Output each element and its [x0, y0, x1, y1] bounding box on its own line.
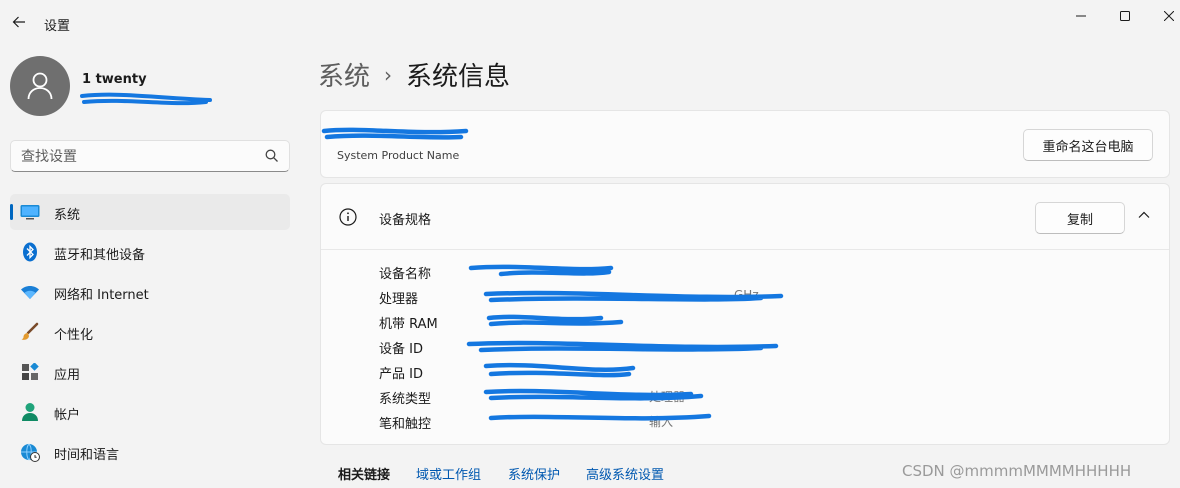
sidebar-item-network[interactable]: 网络和 Internet	[10, 274, 290, 310]
monitor-icon	[20, 202, 40, 222]
spec-label: 笔和触控	[379, 417, 432, 432]
link-system-protection[interactable]: 系统保护	[508, 464, 560, 483]
sidebar-nav: 系统 蓝牙和其他设备 网络和 Internet 个性化 应用 帐户 时间和语言	[10, 194, 290, 474]
sidebar-item-accounts[interactable]: 帐户	[10, 394, 290, 430]
spec-label: 产品 ID	[379, 367, 423, 382]
sidebar-item-bluetooth[interactable]: 蓝牙和其他设备	[10, 234, 290, 270]
page-title: 系统信息	[406, 62, 511, 92]
sidebar-item-label: 应用	[54, 368, 81, 383]
minimize-icon	[1076, 15, 1086, 17]
person-icon	[27, 72, 53, 100]
sidebar-item-label: 系统	[54, 208, 81, 223]
apps-icon	[20, 362, 40, 382]
specs-header[interactable]: 设备规格 复制	[321, 184, 1169, 250]
chevron-up-icon[interactable]	[1137, 208, 1151, 222]
wifi-icon	[20, 282, 40, 302]
maximize-button[interactable]	[1102, 0, 1148, 32]
link-domain-workgroup[interactable]: 域或工作组	[416, 464, 481, 483]
person-icon	[20, 402, 40, 422]
minimize-button[interactable]	[1058, 0, 1104, 32]
app-title: 设置	[44, 19, 71, 34]
sidebar-item-system[interactable]: 系统	[10, 194, 290, 230]
related-links-title: 相关链接	[338, 468, 391, 483]
breadcrumb: 系统 › 系统信息	[318, 56, 510, 93]
rename-pc-button[interactable]: 重命名这台电脑	[1023, 129, 1153, 161]
close-icon	[1164, 11, 1174, 21]
avatar[interactable]	[10, 56, 70, 116]
sidebar-item-label: 蓝牙和其他设备	[54, 248, 146, 263]
watermark: CSDN @mmmmMMMMHHHHH	[902, 462, 1132, 480]
link-advanced-system-settings[interactable]: 高级系统设置	[586, 464, 664, 483]
sidebar-item-label: 帐户	[54, 408, 81, 423]
spec-label: 处理器	[379, 292, 419, 307]
bluetooth-icon	[20, 242, 40, 262]
sidebar-item-personalization[interactable]: 个性化	[10, 314, 290, 350]
spec-label: 机带 RAM	[379, 317, 438, 332]
redaction-scribble	[321, 127, 469, 140]
close-button[interactable]	[1146, 0, 1180, 32]
globe-clock-icon	[20, 442, 40, 462]
sidebar-item-label: 个性化	[54, 328, 94, 343]
sidebar-item-apps[interactable]: 应用	[10, 354, 290, 390]
sidebar-item-time-language[interactable]: 时间和语言	[10, 434, 290, 470]
breadcrumb-parent[interactable]: 系统	[318, 56, 370, 93]
search-input[interactable]	[21, 147, 261, 167]
search-icon[interactable]	[265, 149, 279, 163]
back-button[interactable]	[6, 9, 32, 35]
redaction-scribble	[80, 92, 212, 106]
maximize-icon	[1120, 11, 1130, 21]
info-icon	[339, 208, 357, 226]
profile-name: 1 twenty	[82, 72, 147, 87]
breadcrumb-separator: ›	[384, 62, 393, 87]
redaction-scribble	[466, 264, 784, 421]
device-specs-card: 设备规格 复制 设备名称 处理器 GHz 机带 RAM 设备 ID 产品 ID …	[320, 183, 1170, 445]
device-name-card: System Product Name 重命名这台电脑	[320, 110, 1170, 178]
spec-label: 系统类型	[379, 392, 432, 407]
copy-button[interactable]: 复制	[1035, 202, 1125, 234]
device-product-name: System Product Name	[337, 149, 460, 162]
spec-label: 设备 ID	[379, 342, 423, 357]
title-bar: 设置	[0, 0, 1180, 46]
spec-label: 设备名称	[379, 267, 432, 282]
sidebar-item-label: 网络和 Internet	[54, 288, 149, 303]
specs-title: 设备规格	[379, 213, 432, 228]
brush-icon	[20, 322, 40, 342]
search-box[interactable]	[10, 140, 290, 172]
sidebar-item-label: 时间和语言	[54, 448, 120, 463]
arrow-left-icon	[12, 16, 25, 28]
